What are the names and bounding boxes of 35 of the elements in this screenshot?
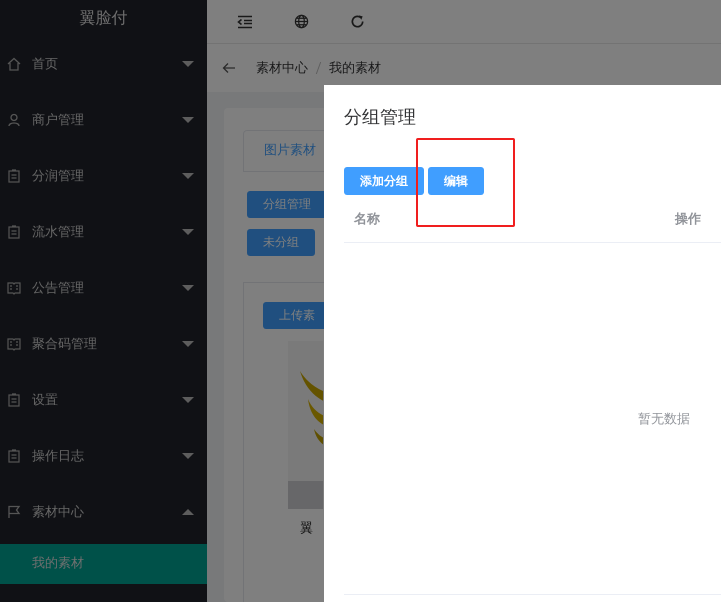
globe-icon[interactable]: [294, 14, 309, 29]
clipboard-icon: [7, 169, 21, 183]
group-button[interactable]: 未分组: [247, 229, 315, 256]
menu-item[interactable]: 设置: [0, 372, 207, 428]
menu-item[interactable]: 商户管理: [0, 92, 207, 148]
back-arrow-icon[interactable]: [222, 62, 236, 74]
group-button[interactable]: 分组管理: [247, 191, 327, 218]
refresh-icon[interactable]: [350, 14, 365, 29]
menu-item[interactable]: 分润管理: [0, 148, 207, 204]
material-caption: 翼: [300, 520, 314, 537]
menu-item[interactable]: 操作日志: [0, 428, 207, 484]
menu-item[interactable]: 聚合码管理: [0, 316, 207, 372]
breadcrumb-link[interactable]: 我的素材: [329, 59, 381, 77]
clipboard-icon: [7, 225, 21, 239]
menu-item[interactable]: 首页: [0, 36, 207, 92]
column-header: 名称: [354, 210, 380, 228]
empty-text: 暂无数据: [638, 410, 690, 428]
menu-item[interactable]: 素材中心: [0, 484, 207, 540]
app-title: 翼脸付: [78, 7, 128, 29]
menu-item[interactable]: 流水管理: [0, 204, 207, 260]
flag-icon: [7, 505, 21, 519]
book-icon: [7, 281, 21, 295]
dialog-button[interactable]: 添加分组: [344, 167, 424, 195]
clipboard-icon: [7, 449, 21, 463]
menu-item[interactable]: 公告管理: [0, 260, 207, 316]
book-icon: [7, 337, 21, 351]
dialog-title: 分组管理: [344, 106, 417, 129]
dialog-button[interactable]: 编辑: [428, 167, 484, 195]
user-icon: [7, 113, 21, 127]
submenu-item[interactable]: 我的素材: [0, 544, 207, 584]
breadcrumb-link[interactable]: 素材中心: [256, 59, 308, 77]
clipboard-icon: [7, 393, 21, 407]
home-icon: [7, 57, 21, 71]
column-header: 操作: [675, 210, 701, 228]
menu-fold-icon[interactable]: [237, 14, 253, 28]
